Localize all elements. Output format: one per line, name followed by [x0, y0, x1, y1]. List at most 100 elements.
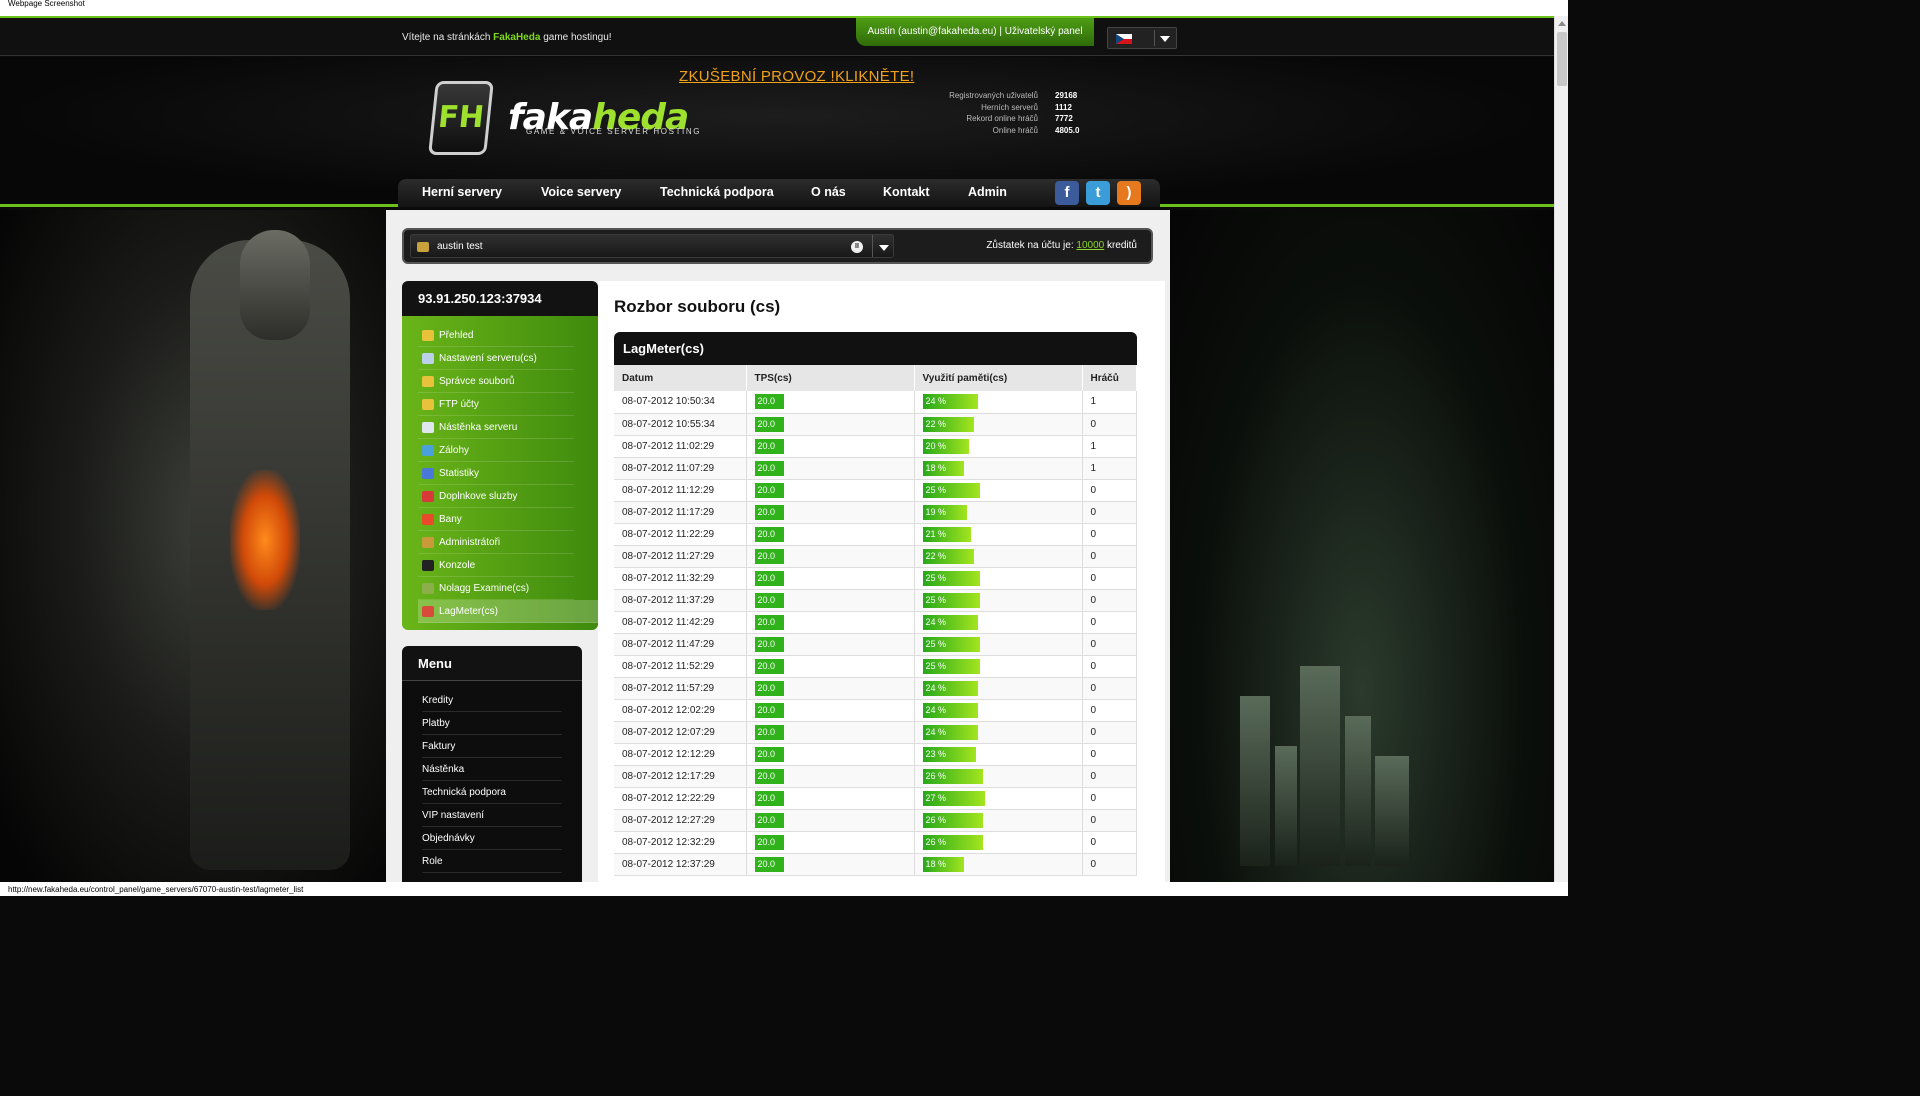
site-stats: Registrovaných uživatelů 29168 Herních ser… [920, 91, 1088, 137]
gift-icon [422, 491, 434, 502]
server-menu-item[interactable]: Statistiky [418, 462, 574, 485]
cell-date: 08-07-2012 12:27:29 [614, 809, 747, 832]
memory-bar: 26 % [922, 812, 983, 828]
user-panel-link[interactable]: Uživatelský panel [1005, 26, 1083, 37]
server-menu-item[interactable]: Nastavení serveru(cs) [418, 347, 574, 370]
tps-badge: 20.0 [754, 526, 784, 542]
nav-game-servers[interactable]: Herní servery [422, 185, 502, 199]
ftp-icon [422, 399, 434, 410]
server-menu-item[interactable]: Přehled [418, 324, 574, 347]
pause-icon[interactable]: II [851, 241, 863, 253]
cell-date: 08-07-2012 10:55:34 [614, 413, 747, 436]
server-menu-item[interactable]: Bany [418, 508, 574, 531]
stat-value: 7772 [1055, 114, 1073, 123]
cell-players: 0 [1082, 721, 1137, 744]
nav-about[interactable]: O nás [811, 185, 846, 199]
user-menu-item[interactable]: Nástěnka [422, 758, 562, 781]
status-bar-url: http://new.fakaheda.eu/control_panel/gam… [0, 882, 1568, 896]
content-panel: Rozbor souboru (cs) LagMeter(cs) Datum T… [598, 281, 1165, 882]
scroll-thumb[interactable] [1557, 32, 1567, 86]
server-menu-item[interactable]: Správce souborů [418, 370, 574, 393]
user-menu-item[interactable]: Faktury [422, 735, 562, 758]
server-menu-item[interactable]: LagMeter(cs) [418, 600, 598, 623]
cell-date: 08-07-2012 11:12:29 [614, 479, 747, 502]
user-menu-item[interactable]: Objednávky [422, 827, 562, 850]
nav-support[interactable]: Technická podpora [660, 185, 774, 199]
top-bar: Vítejte na stránkách FakaHeda game hosti… [0, 16, 1554, 56]
chevron-down-icon[interactable] [879, 245, 889, 251]
table-row: 08-07-2012 11:42:29 20.0 24 % 0 [614, 611, 1137, 634]
twitter-icon[interactable]: t [1086, 181, 1110, 205]
chevron-down-icon [1160, 36, 1170, 42]
server-menu-item[interactable]: Nástěnka serveru [418, 416, 574, 439]
server-address: 93.91.250.123:37934 [402, 281, 598, 316]
user-menu-item[interactable]: Role [422, 850, 562, 873]
memory-bar: 21 % [922, 526, 971, 542]
column-header-tps[interactable]: TPS(cs) [746, 365, 915, 391]
server-menu-item[interactable]: Zálohy [418, 439, 574, 462]
column-header-date[interactable]: Datum [614, 365, 747, 391]
tps-badge: 20.0 [754, 856, 784, 872]
cell-date: 08-07-2012 12:07:29 [614, 721, 747, 744]
cell-date: 08-07-2012 11:37:29 [614, 589, 747, 612]
server-select[interactable]: austin test II [410, 234, 894, 258]
user-menu-item[interactable]: Kredity [422, 689, 562, 712]
cell-players: 0 [1082, 633, 1137, 656]
memory-bar: 20 % [922, 438, 969, 454]
memory-bar: 22 % [922, 548, 974, 564]
user-menu-item[interactable]: Platby [422, 712, 562, 735]
server-menu-item[interactable]: Doplnkove sluzby [418, 485, 574, 508]
server-menu-item[interactable]: Nolagg Examine(cs) [418, 577, 574, 600]
cell-date: 08-07-2012 10:50:34 [614, 391, 747, 414]
promo-link[interactable]: ZKUŠEBNÍ PROVOZ !KLIKNĚTE! [679, 68, 914, 85]
cell-date: 08-07-2012 11:52:29 [614, 655, 747, 678]
table-row: 08-07-2012 12:37:29 20.0 18 % 0 [614, 853, 1137, 876]
cell-date: 08-07-2012 11:07:29 [614, 457, 747, 480]
tps-badge: 20.0 [754, 812, 784, 828]
server-menu: Přehled Nastavení serveru(cs) Správce soub… [402, 316, 598, 630]
tps-badge: 20.0 [754, 482, 784, 498]
nav-voice-servers[interactable]: Voice servery [541, 185, 621, 199]
lagmeter-icon [422, 606, 434, 617]
table-row: 08-07-2012 11:02:29 20.0 20 % 1 [614, 435, 1137, 458]
stats-icon [422, 468, 434, 479]
user-menu-item[interactable]: VIP nastavení [422, 804, 562, 827]
balance-link[interactable]: 10000 [1076, 240, 1104, 251]
main-nav: Herní servery Voice servery Technická po… [398, 179, 1160, 207]
column-header-players[interactable]: Hráčů [1082, 365, 1137, 391]
logo-mark[interactable]: FH [428, 81, 494, 155]
cell-players: 0 [1082, 655, 1137, 678]
stat-row: Herních serverů 1112 [920, 103, 1088, 115]
memory-bar: 24 % [922, 680, 978, 696]
page-scrollbar[interactable] [1554, 16, 1568, 882]
facebook-icon[interactable]: f [1055, 181, 1079, 205]
stat-label: Online hráčů [992, 125, 1038, 135]
memory-bar: 24 % [922, 614, 978, 630]
nav-admin[interactable]: Admin [968, 185, 1007, 199]
cell-date: 08-07-2012 12:12:29 [614, 743, 747, 766]
scroll-up-icon[interactable] [1558, 21, 1566, 26]
cell-players: 0 [1082, 545, 1137, 568]
nav-contact[interactable]: Kontakt [883, 185, 930, 199]
chart-icon [422, 583, 434, 594]
server-menu-item[interactable]: FTP účty [418, 393, 574, 416]
cell-date: 08-07-2012 11:17:29 [614, 501, 747, 524]
server-menu-item[interactable]: Administrátoři [418, 531, 574, 554]
memory-bar: 22 % [922, 416, 974, 432]
page-title: Rozbor souboru (cs) [614, 297, 781, 316]
welcome-brand: FakaHeda [493, 32, 541, 43]
tps-badge: 20.0 [754, 724, 784, 740]
cell-players: 0 [1082, 589, 1137, 612]
cell-players: 0 [1082, 809, 1137, 832]
column-header-memory[interactable]: Využití paměti(cs) [914, 365, 1083, 391]
user-menu-item[interactable]: Technická podpora [422, 781, 562, 804]
cell-players: 0 [1082, 479, 1137, 502]
cell-date: 08-07-2012 12:02:29 [614, 699, 747, 722]
language-select[interactable] [1107, 27, 1177, 49]
user-link[interactable]: Austin (austin@fakaheda.eu) [867, 26, 996, 37]
rss-icon[interactable]: ) [1117, 181, 1141, 205]
tps-badge: 20.0 [754, 460, 784, 476]
server-menu-item[interactable]: Konzole [418, 554, 574, 577]
cell-players: 0 [1082, 743, 1137, 766]
tps-badge: 20.0 [754, 746, 784, 762]
